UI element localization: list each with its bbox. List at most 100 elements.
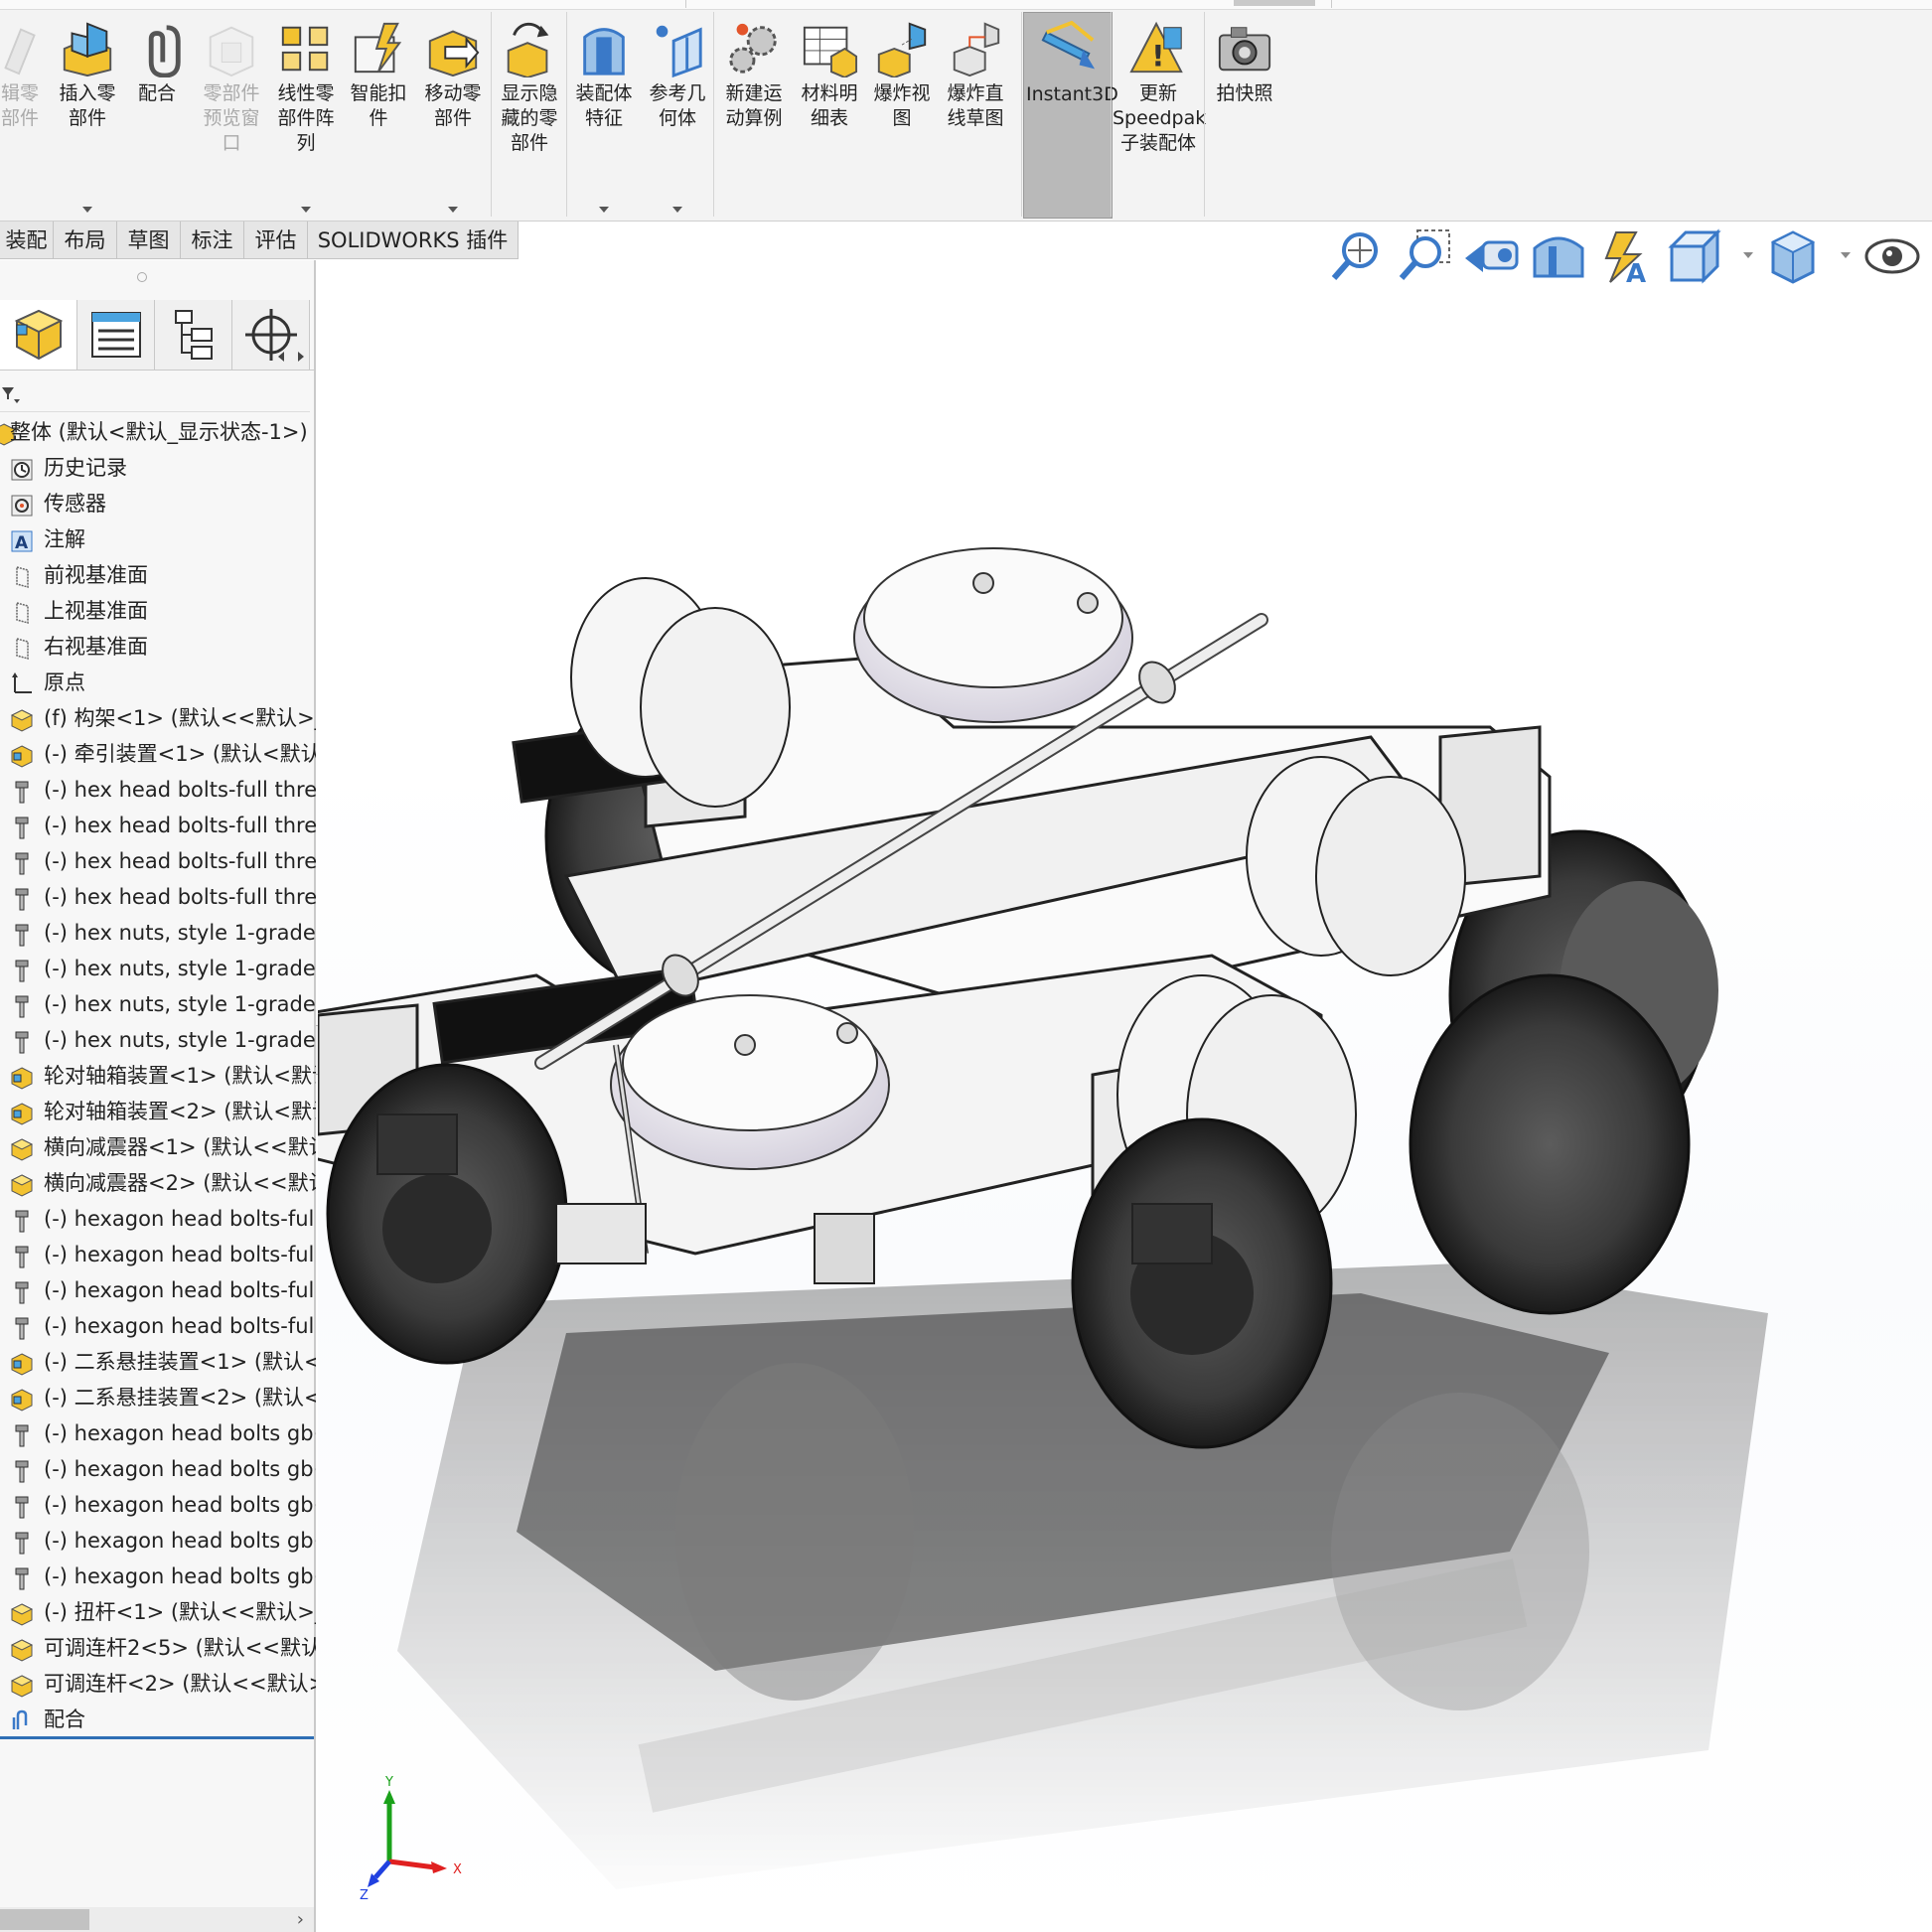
ribbon-button-mate-paperclip[interactable]: 配合 [125, 12, 189, 219]
rollback-bar[interactable] [0, 1736, 314, 1739]
propertymanager-tab[interactable] [77, 300, 155, 370]
tree-item[interactable]: (-) hexagon head bolts-full [0, 1308, 316, 1344]
tree-item[interactable]: 横向减震器<1> (默认<<默认 [0, 1129, 316, 1165]
tree-item[interactable]: (-) 扭杆<1> (默认<<默认>_显 [0, 1594, 316, 1630]
configurationmanager-tab[interactable] [155, 300, 232, 370]
chevron-down-icon[interactable] [301, 207, 311, 213]
reference-triad: Y X Z [360, 1775, 462, 1903]
tab-layout[interactable]: 布局 [54, 222, 117, 259]
ribbon-button-show-hidden[interactable]: 显示隐 藏的零 部件 [493, 12, 566, 219]
display-style-button[interactable] [1763, 226, 1823, 286]
tree-item[interactable]: (-) hex head bolts-full threa [0, 808, 316, 843]
tree-item[interactable]: (-) hexagon head bolts-full [0, 1201, 316, 1237]
tree-item[interactable]: (-) hexagon head bolts gb< [0, 1523, 316, 1559]
ribbon-button-explode-line-sketch[interactable]: 爆炸直 线草图 [940, 12, 1011, 219]
tab-scroll-arrows[interactable] [270, 346, 312, 368]
tree-item[interactable]: (-) hex nuts, style 1-grades [0, 915, 316, 951]
tree-item[interactable]: 上视基准面 [0, 593, 316, 629]
tab-evaluate[interactable]: 评估 [244, 222, 308, 259]
tree-item-label: (-) hexagon head bolts gb< [44, 1529, 316, 1553]
zoom-to-fit-button[interactable] [1326, 226, 1386, 286]
panel-collapse-handle[interactable] [137, 272, 147, 282]
tree-item[interactable]: 前视基准面 [0, 557, 316, 593]
motion-study-icon [729, 23, 777, 74]
ribbon-button-linear-pattern[interactable]: 线性零 部件阵 列 [270, 12, 342, 219]
tree-item[interactable]: (-) hexagon head bolts gb< [0, 1451, 316, 1487]
tree-item[interactable]: 原点 [0, 665, 316, 700]
heads-up-view-toolbar: A [1326, 226, 1932, 289]
ribbon-button-edit-component[interactable]: 辑零 部件 [0, 12, 48, 219]
tree-item[interactable]: (-) 二系悬挂装置<1> (默认< [0, 1344, 316, 1380]
tree-item[interactable]: 轮对轴箱装置<1> (默认<默认 [0, 1058, 316, 1094]
tree-item[interactable]: (-) 牵引装置<1> (默认<默认_ [0, 736, 316, 772]
tree-item[interactable]: (-) hex head bolts-full threa [0, 843, 316, 879]
ribbon-button-component-preview[interactable]: 零部件 预览窗 口 [195, 12, 268, 219]
tab-markup[interactable]: 标注 [181, 222, 244, 259]
tree-item-label: 轮对轴箱装置<1> (默认<默认 [44, 1064, 316, 1088]
horizontal-scrollbar[interactable]: › [0, 1907, 314, 1932]
ribbon-button-smart-fasteners[interactable]: 智能扣 件 [344, 12, 413, 219]
tree-item[interactable]: (f) 构架<1> (默认<<默认>_显 [0, 700, 316, 736]
zoom-to-area-button[interactable] [1394, 226, 1453, 286]
featuremanager-tab[interactable] [0, 300, 77, 370]
tree-item[interactable]: 横向减震器<2> (默认<<默认 [0, 1165, 316, 1201]
tree-filter[interactable] [0, 377, 310, 412]
tree-item[interactable]: 历史记录 [0, 450, 316, 486]
tree-item[interactable]: 配合 [0, 1702, 316, 1737]
tree-item-label: (-) hexagon head bolts gb< [44, 1457, 316, 1481]
ribbon-button-bom-table[interactable]: 材料明 细表 [793, 12, 866, 219]
tree-item[interactable]: 右视基准面 [0, 629, 316, 665]
tree-item[interactable]: A 注解 [0, 521, 316, 557]
bolt-icon [10, 1279, 34, 1304]
ribbon-button-motion-study[interactable]: 新建运 动算例 [717, 12, 791, 219]
tree-item[interactable]: (-) hexagon head bolts-full [0, 1237, 316, 1272]
tree-item[interactable]: (-) hex nuts, style 1-grades [0, 1022, 316, 1058]
chevron-down-icon[interactable] [672, 207, 682, 213]
tree-item[interactable]: 传感器 [0, 486, 316, 521]
tab-assembly[interactable]: 装配体 [0, 222, 54, 290]
tree-item[interactable]: (-) hex nuts, style 1-grades [0, 951, 316, 986]
ribbon-button-assembly-features[interactable]: 装配体 特征 [568, 12, 640, 219]
hide-show-items-button[interactable] [1862, 226, 1922, 286]
dynamic-annotation-button[interactable]: A [1596, 226, 1656, 289]
bolt-icon [10, 886, 34, 911]
section-view-button[interactable] [1529, 226, 1588, 286]
tree-item[interactable]: 可调连杆<2> (默认<<默认> [0, 1666, 316, 1702]
chevron-down-icon[interactable] [82, 207, 92, 213]
tree-item[interactable]: (-) hexagon head bolts-full [0, 1272, 316, 1308]
chevron-down-icon[interactable] [448, 207, 458, 213]
ribbon-button-camera-snapshot[interactable]: 拍快照 [1206, 12, 1283, 219]
chevron-down-icon[interactable] [599, 207, 609, 213]
plane-icon [10, 600, 34, 624]
bolt-icon [10, 1565, 34, 1590]
scroll-right-icon[interactable]: › [297, 1907, 304, 1932]
view-orientation-button[interactable] [1664, 226, 1723, 286]
display-style-dropdown-icon[interactable] [1841, 252, 1851, 258]
view-orientation-dropdown-icon[interactable] [1743, 252, 1753, 258]
tab-sketch[interactable]: 草图 [117, 222, 181, 259]
tree-item[interactable]: (-) hexagon head bolts gb< [0, 1415, 316, 1451]
tree-item[interactable]: (-) hex nuts, style 1-grades [0, 986, 316, 1022]
tree-item[interactable]: (-) hex head bolts-full threa [0, 772, 316, 808]
tree-item-label: (-) hexagon head bolts-full [44, 1314, 316, 1338]
previous-view-button[interactable] [1461, 226, 1521, 286]
tab-solidworks-addins[interactable]: SOLIDWORKS 插件 [308, 222, 519, 259]
graphics-area[interactable]: Y X Z [318, 260, 1932, 1932]
scrollbar-thumb[interactable] [0, 1909, 89, 1930]
ribbon-button-update-speedpak[interactable]: ! 更新 Speedpak 子装配体 [1111, 12, 1206, 219]
update-speedpak-icon: ! [1129, 21, 1183, 73]
ribbon-button-reference-geometry[interactable]: 参考几 何体 [642, 12, 713, 219]
ribbon-button-exploded-view[interactable]: 爆炸视 图 [866, 12, 938, 219]
tree-root[interactable]: 整体 (默认<默认_显示状态-1>) [0, 414, 316, 450]
tree-item[interactable]: (-) hexagon head bolts gb< [0, 1559, 316, 1594]
bolt-icon [10, 958, 34, 982]
tree-item[interactable]: (-) hexagon head bolts gb< [0, 1487, 316, 1523]
ribbon-button-insert-component[interactable]: 插入零 部件 [52, 12, 123, 219]
ribbon-button-instant3d[interactable]: Instant3D [1023, 12, 1118, 219]
tree-item[interactable]: (-) hex head bolts-full threa [0, 879, 316, 915]
tree-item[interactable]: 可调连杆2<5> (默认<<默认 [0, 1630, 316, 1666]
move-component-icon [428, 30, 480, 77]
tree-item[interactable]: 轮对轴箱装置<2> (默认<默认 [0, 1094, 316, 1129]
tree-item[interactable]: (-) 二系悬挂装置<2> (默认< [0, 1380, 316, 1415]
ribbon-button-move-component[interactable]: 移动零 部件 [415, 12, 491, 219]
